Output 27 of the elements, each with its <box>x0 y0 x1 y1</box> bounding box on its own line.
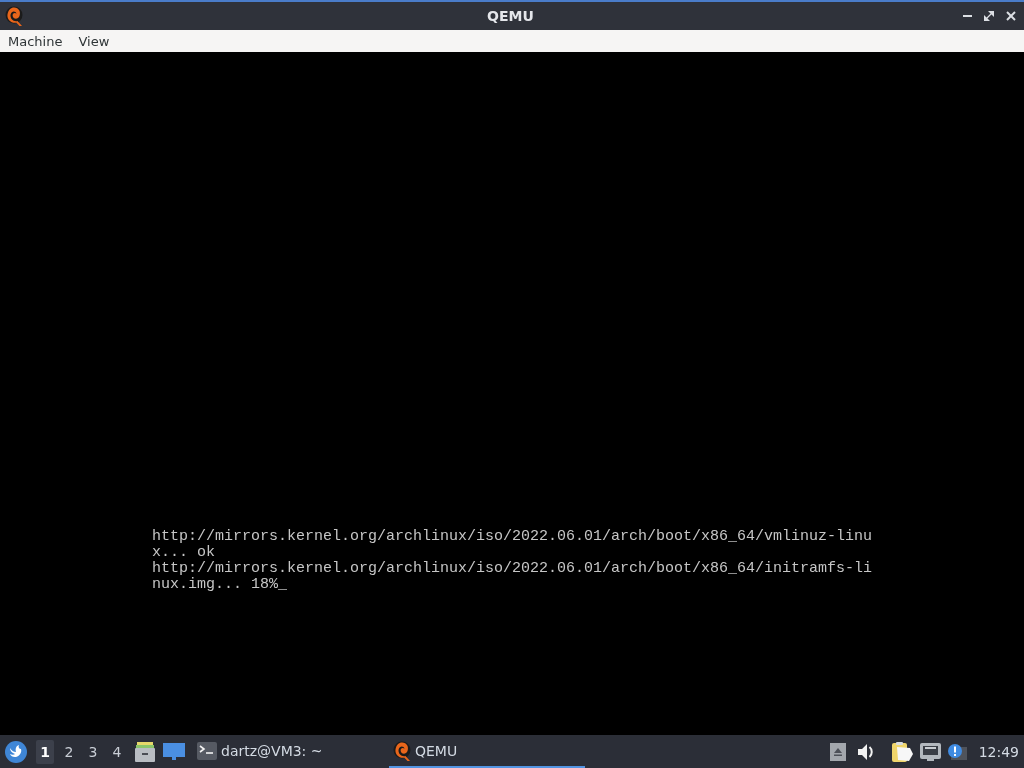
close-icon[interactable] <box>1006 11 1016 21</box>
console-line: x... ok <box>152 545 215 561</box>
desktop-icon[interactable] <box>163 743 185 760</box>
qemu-logo-icon <box>393 740 411 761</box>
monitor-icon[interactable] <box>919 742 941 761</box>
file-cabinet-icon[interactable] <box>135 741 155 762</box>
window-title: QEMU <box>487 8 534 24</box>
console-line: http://mirrors.kernel.org/archlinux/iso/2022.06.01/arch/boot/x86_64/initramfs-li <box>152 561 873 577</box>
terminal-icon <box>197 741 217 760</box>
qemu-logo-icon <box>5 6 23 26</box>
bird-logo-icon[interactable] <box>5 740 27 763</box>
clock: 12:49 <box>978 743 1019 760</box>
workspace-button[interactable]: 2 <box>60 739 78 764</box>
maximize-icon[interactable] <box>984 11 994 21</box>
eject-icon[interactable] <box>829 742 846 761</box>
taskbar-button[interactable]: dartz@VM3: ~ <box>193 735 389 768</box>
volume-icon[interactable] <box>857 743 875 760</box>
taskbar-button[interactable]: QEMU <box>389 735 585 768</box>
clipboard-icon[interactable] <box>891 741 913 762</box>
menu-item[interactable]: Machine <box>0 30 71 52</box>
console-line: http://mirrors.kernel.org/archlinux/iso/2022.06.01/arch/boot/x86_64/vmlinuz-linu <box>152 529 873 545</box>
notification-icon[interactable] <box>947 743 967 760</box>
workspace-button[interactable]: 1 <box>36 739 54 764</box>
workspace-button[interactable]: 3 <box>84 739 102 764</box>
menu-item[interactable]: View <box>70 30 118 52</box>
console-line: nux.img... 18%_ <box>152 577 288 593</box>
workspace-button[interactable]: 4 <box>108 739 126 764</box>
